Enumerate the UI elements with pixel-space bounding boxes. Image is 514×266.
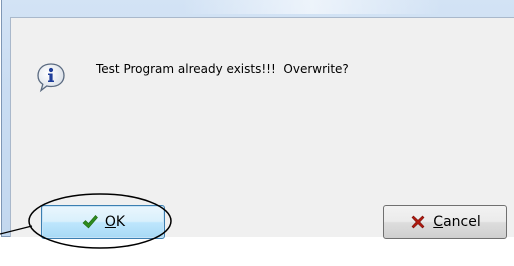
dialog-client-area: Test Program already exists!!! Overwrite… <box>10 17 514 239</box>
ok-accelerator: O <box>104 214 116 230</box>
ok-label-rest: K <box>115 214 126 230</box>
checkmark-icon <box>82 215 98 229</box>
screenshot: Test Program already exists!!! Overwrite… <box>0 0 514 266</box>
titlebar-glow <box>182 0 442 14</box>
cancel-button-label: Cancel <box>433 214 480 230</box>
information-icon <box>37 63 65 93</box>
cancel-accelerator: C <box>433 214 444 230</box>
cancel-button[interactable]: Cancel <box>383 205 507 239</box>
dialog-window: Test Program already exists!!! Overwrite… <box>1 0 514 239</box>
message-text: Test Program already exists!!! Overwrite… <box>96 62 349 76</box>
ok-button[interactable]: OK <box>41 205 165 239</box>
cancel-label-rest: ancel <box>443 214 481 230</box>
x-icon <box>411 215 425 229</box>
ok-button-label: OK <box>105 214 125 230</box>
message-area: Test Program already exists!!! Overwrite… <box>11 18 514 188</box>
